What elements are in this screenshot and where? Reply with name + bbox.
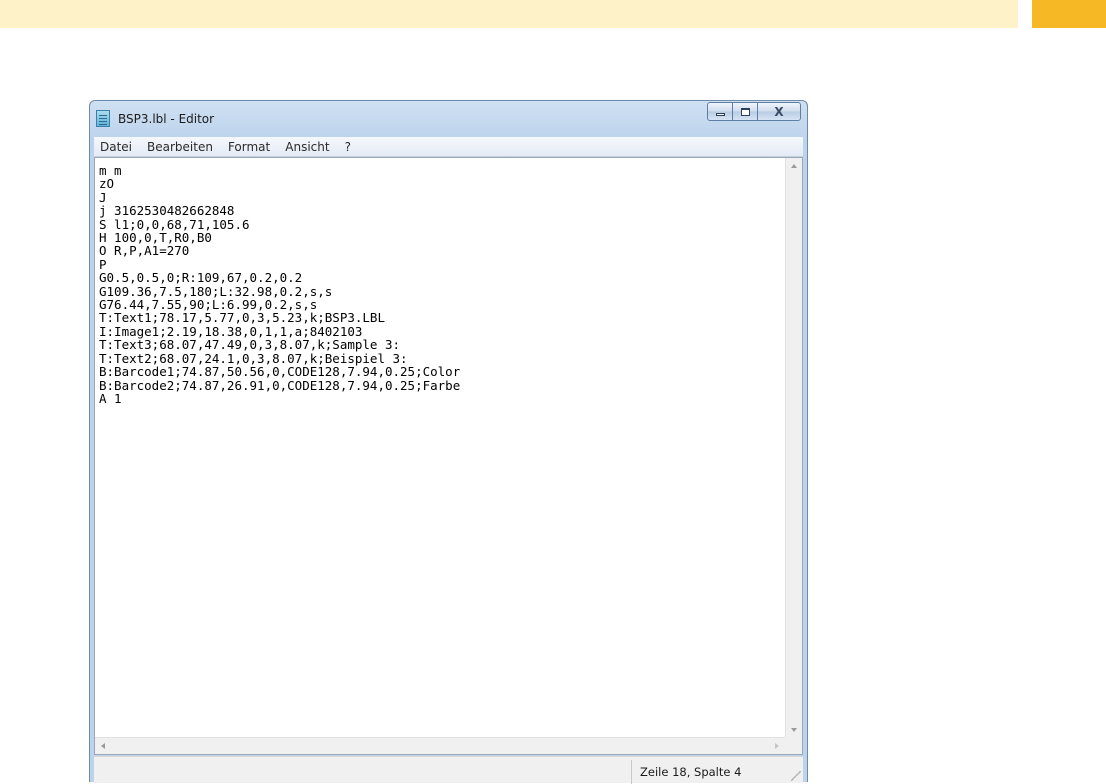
vertical-scrollbar[interactable] [785,158,802,738]
scroll-up-arrow-icon[interactable] [791,164,797,168]
editor-pane: m m zO J j 3162530482662848 S l1;0,0,68,… [94,157,803,755]
menu-help[interactable]: ? [343,140,353,154]
horizontal-scrollbar[interactable] [95,737,785,754]
close-button[interactable]: X [757,102,801,121]
maximize-button[interactable] [732,102,758,121]
scroll-right-arrow-icon[interactable] [775,743,779,749]
resize-grip-icon[interactable] [791,771,801,781]
menu-ansicht[interactable]: Ansicht [283,140,331,154]
text-editor-content[interactable]: m m zO J j 3162530482662848 S l1;0,0,68,… [95,158,777,738]
scroll-down-arrow-icon[interactable] [791,728,797,732]
notepad-icon[interactable] [96,110,110,127]
window-controls: X [707,102,801,122]
cursor-position: Zeile 18, Spalte 4 [640,765,742,779]
status-divider [631,760,632,784]
close-icon: X [774,105,784,119]
window-title: BSP3.lbl - Editor [118,112,215,126]
minimize-button[interactable] [707,102,733,121]
top-banner [0,0,1018,28]
top-banner-accent [1032,0,1106,28]
status-bar: Zeile 18, Spalte 4 [94,756,803,784]
menu-datei[interactable]: Datei [98,140,134,154]
scroll-left-arrow-icon[interactable] [101,743,105,749]
menu-bearbeiten[interactable]: Bearbeiten [145,140,215,154]
notepad-window: BSP3.lbl - Editor X Datei Bearbeiten For… [89,100,808,784]
title-bar[interactable]: BSP3.lbl - Editor X [90,101,807,137]
menu-format[interactable]: Format [226,140,272,154]
menu-bar: Datei Bearbeiten Format Ansicht ? [94,137,803,157]
scrollbar-corner [785,737,802,754]
